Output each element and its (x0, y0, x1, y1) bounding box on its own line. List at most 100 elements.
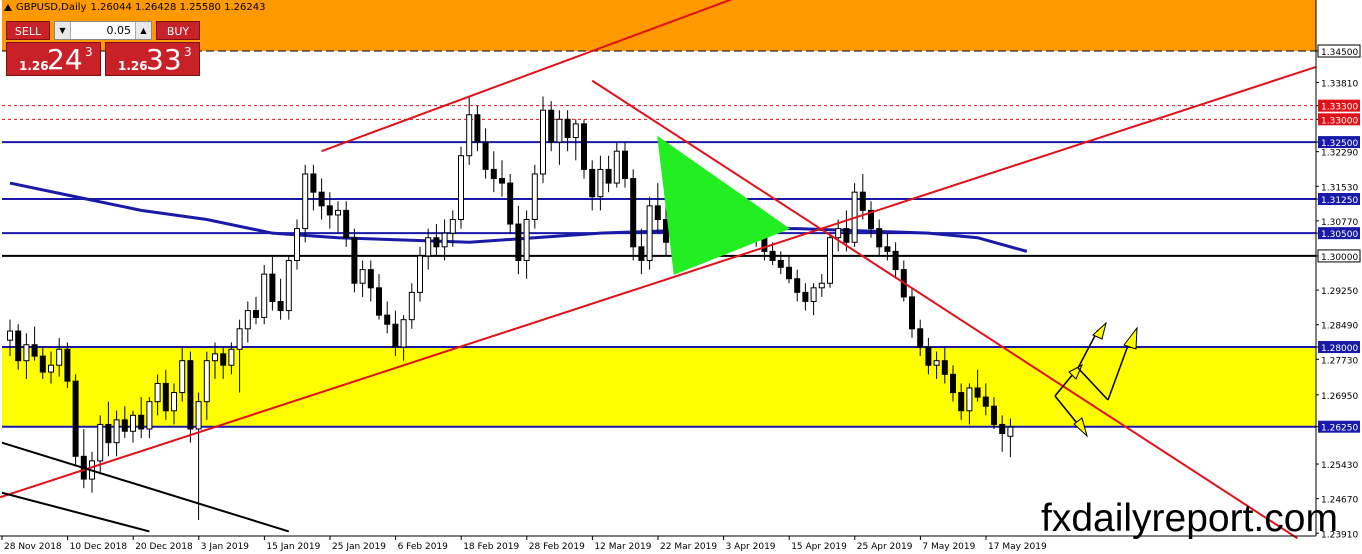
candle-body (195, 401, 202, 430)
candle-body (950, 373, 956, 394)
bid-prefix: 1.26 (19, 59, 49, 73)
candle-body (966, 387, 973, 412)
lot-size-value[interactable]: 0.05 (71, 22, 135, 39)
ask-price-button[interactable]: 1.26 33 3 (105, 42, 200, 76)
time-tick-label: 12 Mar 2019 (594, 542, 651, 552)
time-tick-label: 10 Dec 2018 (70, 542, 128, 552)
candle-body (859, 191, 866, 211)
time-tick-label: 25 Jan 2019 (332, 542, 386, 552)
candle-body (917, 328, 924, 348)
candle-body (1007, 426, 1014, 437)
candle-body (228, 348, 235, 366)
candle-body (876, 228, 883, 248)
candle (64, 342, 71, 388)
candle (654, 183, 661, 234)
candle-body (343, 209, 350, 239)
candle-body (958, 392, 965, 412)
candle (613, 142, 620, 188)
candle-body (203, 360, 210, 403)
collapse-triangle-icon[interactable] (4, 4, 12, 11)
lower-channel-line (1, 491, 150, 533)
time-tick-label: 15 Jan 2019 (266, 542, 320, 552)
candle-body (187, 360, 194, 430)
candle (269, 255, 276, 311)
candle-body (367, 269, 374, 289)
lot-size-field[interactable]: ▼ 0.05 ▲ (54, 21, 152, 40)
candle-body (64, 348, 71, 382)
time-tick-label: 20 Dec 2018 (135, 542, 193, 552)
candle-body (72, 380, 79, 457)
candle-body (933, 360, 940, 366)
candle-body (548, 109, 555, 143)
candle (827, 233, 833, 288)
time-tick-label: 22 Mar 2019 (660, 542, 717, 552)
candle (646, 196, 653, 270)
candle (253, 296, 259, 325)
candle-body (843, 228, 850, 243)
candle (482, 128, 489, 179)
price-chart[interactable]: 1.34500 1.33810 1.33300 1.33000 1.325001.322… (0, 0, 1362, 554)
candle (408, 283, 415, 329)
candle (818, 274, 825, 297)
candle (540, 96, 546, 184)
candle-body (130, 414, 136, 432)
candle (572, 119, 579, 161)
candle (433, 224, 440, 256)
candle-body (589, 168, 596, 198)
candle-body (810, 287, 817, 302)
candle-body (121, 419, 128, 432)
price-tick-label: 1.26250 (1321, 424, 1358, 434)
candle-body (794, 278, 801, 293)
candle (548, 101, 555, 152)
candle (892, 242, 899, 279)
time-tick-label: 6 Feb 2019 (398, 542, 449, 552)
candle (556, 110, 563, 165)
price-tick-label: 1.29250 (1321, 287, 1358, 297)
candle-body (318, 191, 325, 207)
candle (244, 301, 251, 343)
candle-body (572, 123, 579, 139)
candle-body (392, 323, 399, 348)
candle (89, 451, 95, 493)
candle-body (827, 237, 833, 284)
lot-increase-arrow-icon[interactable]: ▲ (135, 22, 151, 39)
bid-fraction: 3 (85, 45, 93, 59)
candle-body (654, 205, 661, 221)
candle-body (277, 300, 284, 312)
watermark: fxdailyreport.com (1041, 497, 1338, 540)
candle-body (261, 273, 268, 318)
candle-body (490, 168, 497, 180)
candle-body (466, 114, 473, 157)
time-tick-label: 17 May 2019 (988, 542, 1047, 552)
candle-body (138, 414, 145, 430)
candle (277, 278, 284, 320)
time-tick-label: 28 Feb 2019 (529, 542, 585, 552)
candle-body (597, 168, 604, 198)
candle (466, 96, 473, 165)
candle-body (884, 246, 891, 252)
candle-body (48, 364, 54, 373)
buy-button[interactable]: BUY (156, 21, 200, 40)
candle-body (425, 237, 432, 257)
candle-body (105, 423, 112, 444)
candle-body (359, 269, 366, 284)
candle-body (909, 296, 915, 330)
candle-body (236, 328, 243, 350)
bid-price-button[interactable]: 1.26 24 3 (6, 42, 101, 76)
price-tick-label: 1.25430 (1321, 461, 1358, 471)
candle (802, 283, 809, 311)
candle-body (531, 173, 538, 221)
lot-decrease-arrow-icon[interactable]: ▼ (55, 22, 71, 39)
candle (335, 201, 341, 234)
candle-body (376, 287, 382, 316)
candle-body (925, 346, 932, 366)
candle-body (294, 228, 300, 261)
sell-button[interactable]: SELL (6, 21, 50, 40)
candle-body (630, 178, 637, 248)
candle-body (39, 355, 46, 373)
candle (458, 146, 464, 229)
candle-body (253, 310, 259, 318)
price-tick-label: 1.30500 (1321, 230, 1358, 240)
candle (146, 397, 153, 439)
candle (638, 228, 645, 275)
